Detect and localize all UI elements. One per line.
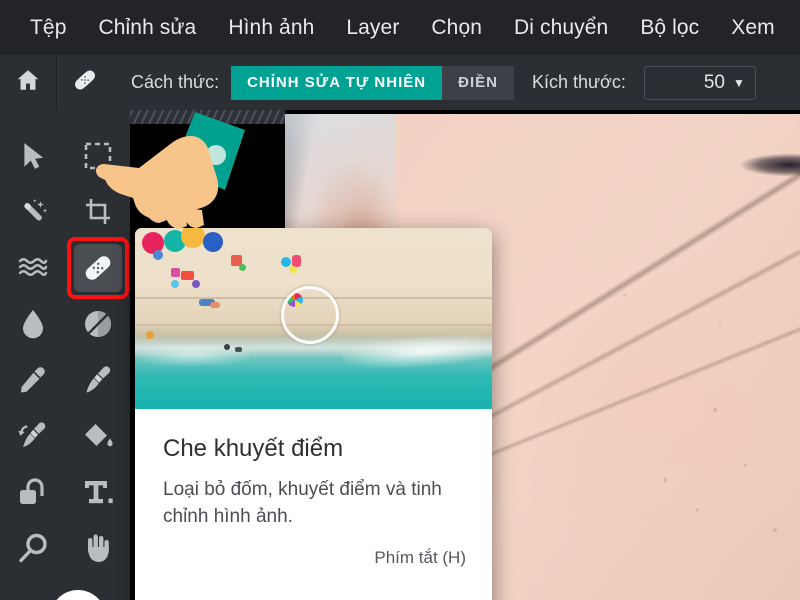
heal-tool[interactable] (65, 237, 130, 299)
text-tool[interactable] (65, 464, 130, 520)
mode-option-natural[interactable]: CHỈNH SỬA TỰ NHIÊN (231, 65, 443, 100)
clone-brush-icon (17, 422, 48, 450)
tooltip-preview-image (135, 228, 492, 409)
beach-umbrella (288, 266, 297, 273)
arrow-cursor-icon (20, 142, 46, 170)
beach-umbrella (170, 267, 180, 277)
home-button[interactable] (0, 55, 56, 110)
tooltip-shortcut: Phím tắt (H) (374, 548, 466, 567)
paint-bucket-tool[interactable] (65, 408, 130, 464)
hand-tool[interactable] (65, 520, 130, 576)
tooltip-title: Che khuyết điểm (163, 435, 344, 462)
beach-person (234, 347, 242, 353)
active-tool-button[interactable] (57, 55, 113, 110)
brush-size-dropdown[interactable]: 50 ▼ (643, 65, 756, 100)
eraser-tool[interactable] (0, 464, 65, 520)
beach-towel (181, 271, 195, 281)
magic-wand-tool[interactable] (0, 184, 65, 240)
liquify-tool[interactable] (0, 240, 65, 296)
eyedropper-icon (19, 366, 47, 394)
magic-wand-icon (18, 197, 48, 227)
dashed-rectangle-icon (84, 142, 112, 170)
hand-icon (84, 533, 112, 563)
menu-bar: Tệp Chỉnh sửa Hình ảnh Layer Chọn Di chu… (0, 0, 800, 55)
crop-tool[interactable] (65, 184, 130, 240)
tool-tooltip-card: Che khuyết điểm Loại bỏ đốm, khuyết điểm… (135, 228, 492, 600)
brush-tool[interactable] (65, 352, 130, 408)
bandage-icon (81, 251, 115, 285)
menu-layer[interactable]: Layer (330, 16, 415, 40)
beach-umbrella (152, 249, 163, 260)
paint-bucket-icon (83, 422, 113, 450)
tools-panel (0, 110, 130, 600)
paintbrush-icon (84, 366, 112, 394)
chevron-down-icon: ▼ (732, 75, 745, 90)
mode-segmented-control: CHỈNH SỬA TỰ NHIÊN ĐIỀN (231, 65, 514, 100)
menu-file[interactable]: Tệp (22, 16, 83, 40)
beach-person (209, 302, 220, 309)
mode-option-fill[interactable]: ĐIỀN (442, 65, 514, 100)
zoom-tool[interactable] (0, 520, 65, 576)
menu-filter[interactable]: Bộ lọc (624, 16, 715, 40)
magnifier-icon (18, 533, 48, 563)
tools-grid (0, 128, 130, 576)
menu-image[interactable]: Hình ảnh (212, 16, 330, 40)
menu-edit[interactable]: Chỉnh sửa (83, 16, 213, 40)
canvas-top-edge (285, 110, 800, 114)
menu-select[interactable]: Chọn (415, 16, 498, 40)
size-label: Kích thước: (531, 72, 626, 92)
eyedropper-tool[interactable] (0, 352, 65, 408)
foreground-color-swatch[interactable] (50, 590, 106, 600)
contrast-tool[interactable] (65, 296, 130, 352)
photo-editor-window: Tệp Chỉnh sửa Hình ảnh Layer Chọn Di chu… (0, 0, 800, 600)
menu-move[interactable]: Di chuyển (498, 16, 624, 40)
text-t-icon (83, 478, 113, 506)
half-circle-icon (84, 310, 112, 338)
blur-tool[interactable] (0, 296, 65, 352)
clone-stamp-tool[interactable] (0, 408, 65, 464)
water-drop-icon (21, 309, 45, 339)
tool-options-bar: Cách thức: CHỈNH SỬA TỰ NHIÊN ĐIỀN Kích … (0, 55, 800, 110)
move-tool[interactable] (0, 128, 65, 184)
marquee-tool[interactable] (65, 128, 130, 184)
menu-view[interactable]: Xem (715, 16, 790, 40)
brush-size-value: 50 (703, 71, 725, 93)
eraser-icon (18, 478, 48, 506)
crop-icon (84, 198, 112, 226)
wave-foam-secondary (135, 343, 250, 366)
brush-selection-circle (281, 285, 340, 344)
waves-icon (18, 256, 48, 280)
beach-umbrella (238, 264, 246, 272)
tooltip-description: Loại bỏ đốm, khuyết điểm và tinh chỉnh h… (163, 479, 442, 527)
mode-label: Cách thức: (131, 72, 220, 92)
beach-umbrella (145, 331, 154, 340)
color-swatch-row (0, 576, 130, 600)
bandage-icon (70, 65, 100, 100)
home-icon (15, 67, 41, 98)
beach-umbrella (202, 231, 223, 252)
tooltip-body: Che khuyết điểm Loại bỏ đốm, khuyết điểm… (135, 409, 492, 531)
